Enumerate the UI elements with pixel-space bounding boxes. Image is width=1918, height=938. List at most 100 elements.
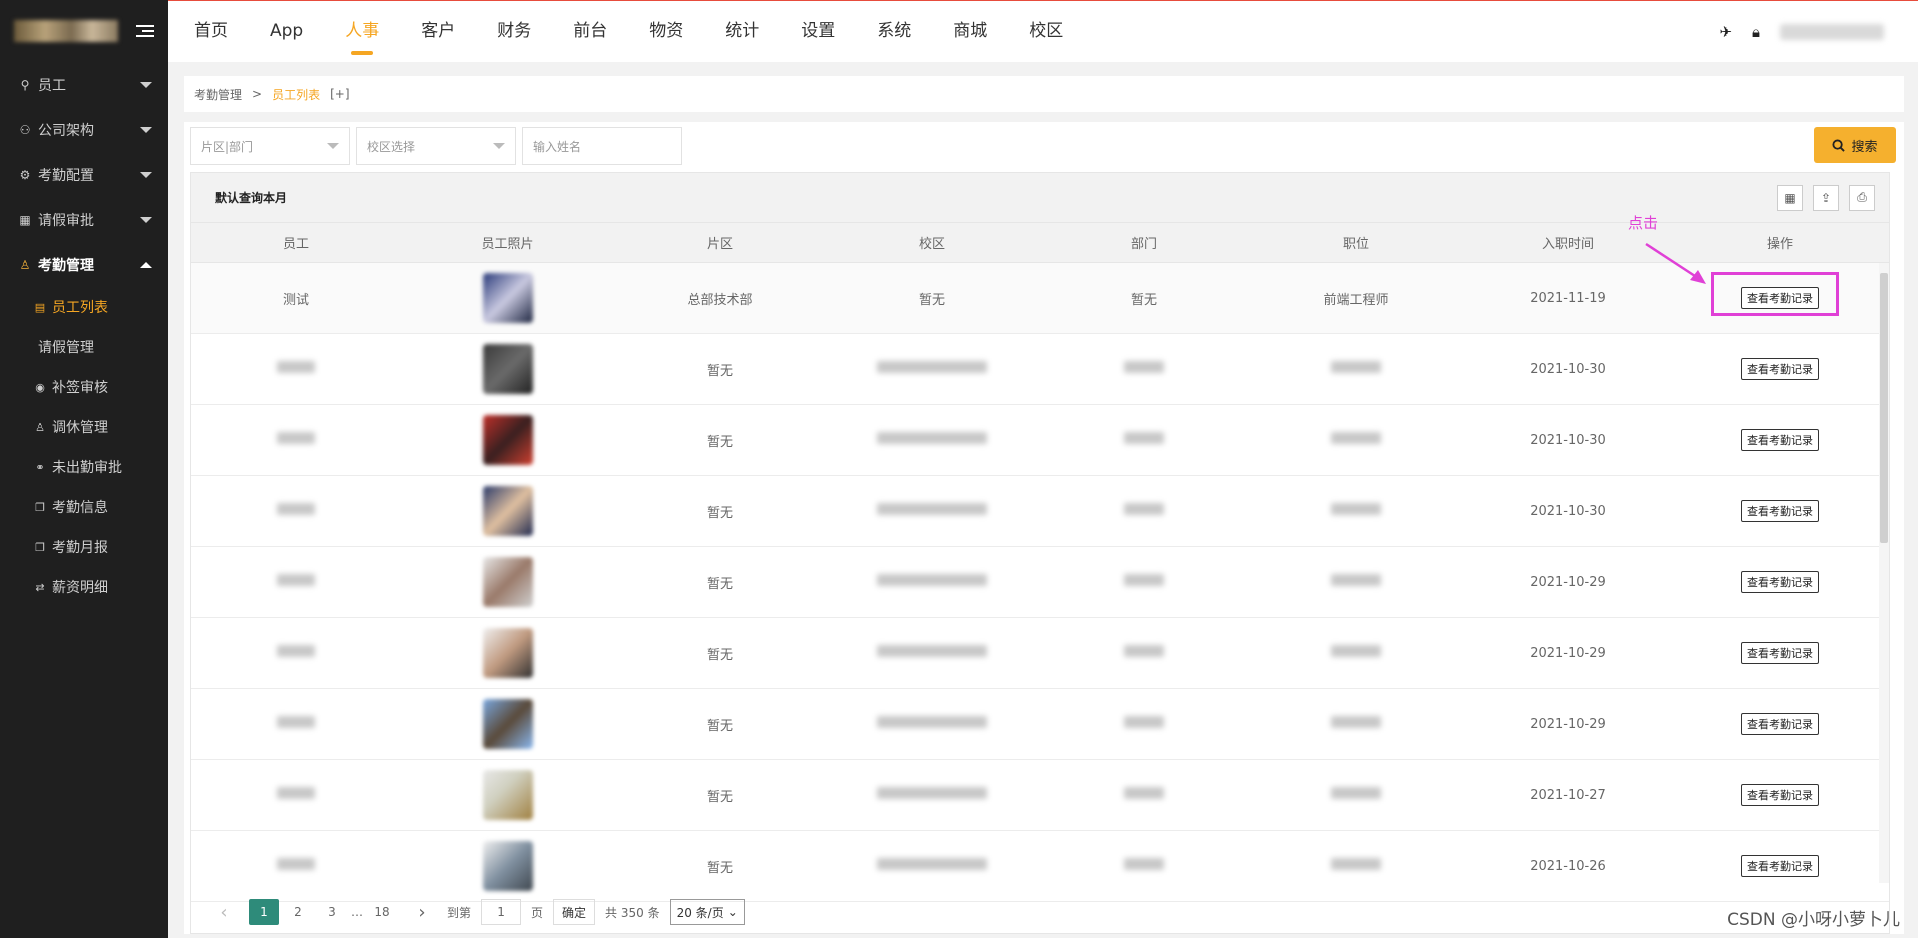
- table-body: 测试 总部技术部 暂无 暂无 前端工程师 2021-11-19 查看考勤记录 暂无 2021-1…: [191, 263, 1889, 902]
- redacted-text: [277, 716, 315, 728]
- column-header: 职位: [1342, 237, 1369, 252]
- nav-tab-5[interactable]: 前台: [552, 1, 628, 63]
- sidebar-item-0[interactable]: ⚲ 员工: [0, 62, 168, 107]
- annotation-label: 点击: [1628, 214, 1659, 232]
- page-button[interactable]: 3: [317, 899, 347, 925]
- name-input[interactable]: 输入姓名: [522, 127, 682, 165]
- nav-tab-0[interactable]: 首页: [194, 1, 249, 63]
- submenu-item-3[interactable]: ♙ 调休管理: [0, 407, 168, 447]
- redacted-text: [1331, 645, 1381, 657]
- cell-date: 2021-10-30: [1530, 503, 1606, 519]
- sidebar-item-label: 公司架构: [38, 122, 94, 139]
- menu-collapse-icon[interactable]: [136, 23, 154, 39]
- compass-icon: ◉: [35, 380, 45, 394]
- redacted-text: [1124, 787, 1164, 799]
- sidebar-item-label: 员工: [38, 77, 66, 94]
- redacted-text: [1124, 645, 1164, 657]
- nav-tab-2[interactable]: 人事: [324, 1, 400, 63]
- submenu-item-6[interactable]: ❐ 考勤月报: [0, 527, 168, 567]
- nav-tab-4[interactable]: 财务: [476, 1, 552, 63]
- columns-icon[interactable]: ▦: [1777, 184, 1803, 211]
- nav-tab-11[interactable]: 校区: [1008, 1, 1084, 63]
- nav-tab-8[interactable]: 设置: [780, 1, 856, 63]
- breadcrumb-add[interactable]: [+]: [330, 87, 349, 101]
- user-name[interactable]: [1780, 24, 1884, 40]
- page-button[interactable]: 2: [283, 899, 313, 925]
- filter-bar: 片区|部门 校区选择 输入姓名: [190, 127, 682, 165]
- brand-logo: [14, 20, 118, 42]
- next-page-button[interactable]: ›: [407, 899, 437, 925]
- area-select[interactable]: 片区|部门: [190, 127, 350, 165]
- confirm-page-button[interactable]: 确定: [553, 899, 596, 925]
- sidebar-item-4[interactable]: ♙ 考勤管理: [0, 242, 168, 287]
- cell-name: [191, 858, 401, 874]
- view-attendance-button[interactable]: 查看考勤记录: [1741, 855, 1819, 877]
- page-button[interactable]: 18: [367, 899, 397, 925]
- submenu-item-2[interactable]: ◉ 补签审核: [0, 367, 168, 407]
- clear-cache-icon[interactable]: ✈: [1719, 23, 1732, 41]
- cell-dept: [1038, 361, 1250, 377]
- redacted-text: [1331, 432, 1381, 444]
- scrollbar-thumb[interactable]: [1880, 273, 1888, 543]
- sidebar-item-3[interactable]: ▦ 请假审批: [0, 197, 168, 242]
- sidebar-item-1[interactable]: ⚇ 公司架构: [0, 107, 168, 152]
- submenu-item-1[interactable]: 请假管理: [0, 327, 168, 367]
- cell-photo: [401, 415, 614, 465]
- page-size-select[interactable]: 20 条/页 ⌄: [669, 899, 745, 925]
- swap-icon: ⇄: [35, 580, 45, 594]
- lock-icon[interactable]: 🔒︎: [1752, 23, 1760, 41]
- submenu-item-7[interactable]: ⇄ 薪资明细: [0, 567, 168, 607]
- submenu-item-0[interactable]: ▤ 员工列表: [0, 287, 168, 327]
- nav-tab-7[interactable]: 统计: [704, 1, 780, 63]
- view-attendance-button[interactable]: 查看考勤记录: [1741, 713, 1819, 735]
- submenu-item-label: 请假管理: [38, 340, 94, 356]
- sidebar-submenu: ▤ 员工列表请假管理 ◉ 补签审核 ♙ 调休管理 ⚭ 未出勤审批 ❐ 考勤信息 ❐ 考勤月报 ⇄ 薪资明细: [0, 287, 168, 607]
- table-row: 测试 总部技术部 暂无 暂无 前端工程师 2021-11-19 查看考勤记录: [191, 263, 1889, 334]
- table-row: 暂无 2021-10-27 查看考勤记录: [191, 760, 1889, 831]
- campus-select[interactable]: 校区选择: [356, 127, 516, 165]
- nav-tab-1[interactable]: App: [249, 1, 324, 63]
- nav-tab-10[interactable]: 商城: [932, 1, 1008, 63]
- nav-tab-9[interactable]: 系统: [856, 1, 932, 63]
- employee-table: 默认查询本月 ▦ ⇪ ⎙ 员工 员工照片 片区 校区 部门 职位 入职时间 操作 测试 总部技术…: [190, 172, 1890, 934]
- view-attendance-button[interactable]: 查看考勤记录: [1741, 642, 1819, 664]
- cell-campus: [826, 503, 1038, 519]
- page-button[interactable]: 1: [249, 899, 279, 925]
- view-attendance-button[interactable]: 查看考勤记录: [1741, 571, 1819, 593]
- sidebar-item-2[interactable]: ⚙ 考勤配置: [0, 152, 168, 197]
- redacted-text: [877, 574, 987, 586]
- print-icon[interactable]: ⎙: [1849, 184, 1875, 211]
- breadcrumb-parent[interactable]: 考勤管理: [194, 86, 242, 103]
- goto-label: 到第: [447, 905, 472, 920]
- prev-page-button[interactable]: ‹: [209, 899, 239, 925]
- chevron-icon: [140, 171, 152, 178]
- search-button[interactable]: 搜索: [1814, 127, 1896, 163]
- cell-photo: [401, 344, 614, 394]
- view-attendance-button[interactable]: 查看考勤记录: [1741, 358, 1819, 380]
- sidebar-item-label: 请假审批: [38, 212, 94, 229]
- redacted-text: [1331, 503, 1381, 515]
- export-icon[interactable]: ⇪: [1813, 184, 1839, 211]
- chevron-icon: [140, 261, 152, 268]
- redacted-text: [877, 787, 987, 799]
- view-attendance-button[interactable]: 查看考勤记录: [1741, 429, 1819, 451]
- view-attendance-button[interactable]: 查看考勤记录: [1741, 500, 1819, 522]
- cell-date: 2021-10-27: [1530, 787, 1606, 803]
- avatar: [482, 273, 533, 323]
- submenu-item-5[interactable]: ❐ 考勤信息: [0, 487, 168, 527]
- annotation-arrow-icon: [1645, 242, 1706, 284]
- chevron-icon: [140, 81, 152, 88]
- cell-campus: [826, 787, 1038, 803]
- view-attendance-button[interactable]: 查看考勤记录: [1741, 784, 1819, 806]
- cell-name: [191, 716, 401, 732]
- page-number-input[interactable]: 1: [481, 899, 522, 925]
- cell-campus: [826, 645, 1038, 661]
- cell-action: 查看考勤记录: [1674, 429, 1886, 451]
- cell-dept: [1038, 574, 1250, 590]
- nav-tab-3[interactable]: 客户: [400, 1, 476, 63]
- table-scrollbar[interactable]: [1879, 263, 1889, 883]
- nav-tab-6[interactable]: 物资: [628, 1, 704, 63]
- cell-date: 2021-10-30: [1530, 432, 1606, 448]
- submenu-item-4[interactable]: ⚭ 未出勤审批: [0, 447, 168, 487]
- campus-select-label: 校区选择: [367, 139, 416, 154]
